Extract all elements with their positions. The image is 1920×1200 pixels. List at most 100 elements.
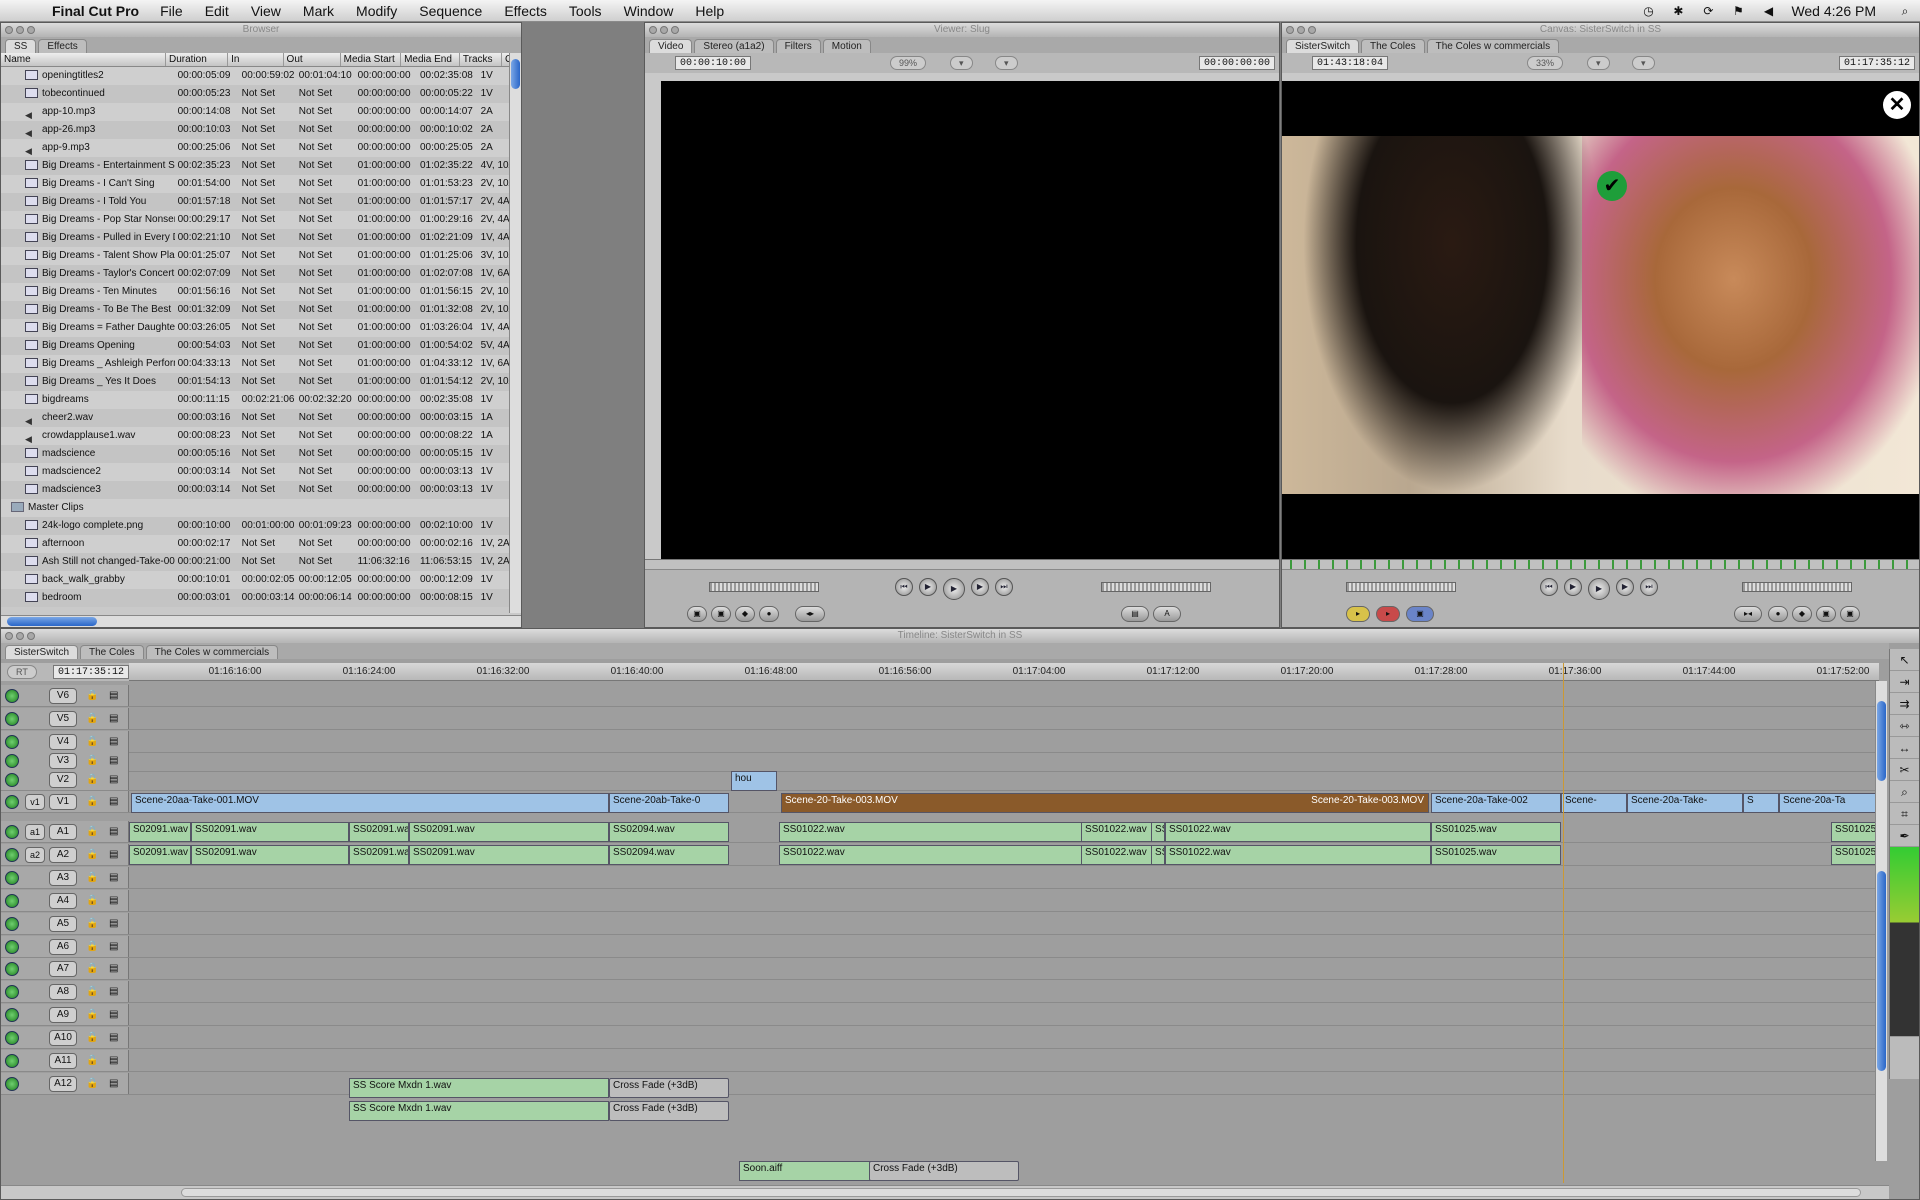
- track-name[interactable]: V4: [49, 734, 77, 750]
- browser-row[interactable]: Master Clips: [1, 499, 521, 517]
- canvas-tab[interactable]: The Coles: [1361, 39, 1425, 53]
- browser-row[interactable]: Big Dreams - Talent Show Plan 00:01:25:07…: [1, 247, 521, 265]
- viewer-add-marker-button[interactable]: ●: [759, 606, 779, 622]
- menu-mark[interactable]: Mark: [292, 3, 345, 19]
- canvas-overwrite-button[interactable]: ▸: [1376, 606, 1400, 622]
- track-name[interactable]: A4: [49, 892, 77, 909]
- track-name[interactable]: A7: [49, 961, 77, 978]
- canvas-play-around-button[interactable]: ▶: [1616, 578, 1634, 596]
- time-machine-icon[interactable]: ◷: [1639, 3, 1657, 19]
- canvas-replace-button[interactable]: ▣: [1406, 606, 1434, 622]
- menu-tools[interactable]: Tools: [558, 3, 613, 19]
- clip-audio[interactable]: SS01025.wa: [1831, 822, 1879, 842]
- canvas-tab[interactable]: The Coles w commercials: [1426, 39, 1560, 53]
- auto-select-icon[interactable]: ▤: [109, 1078, 118, 1089]
- clip-audio[interactable]: SS02091.wav: [409, 845, 609, 865]
- timeline-playhead[interactable]: [1563, 663, 1564, 1183]
- track-name[interactable]: A1: [49, 824, 77, 840]
- auto-select-icon[interactable]: ▤: [109, 1009, 118, 1020]
- track-visibility-toggle[interactable]: [5, 1031, 19, 1046]
- track-visibility-toggle[interactable]: [5, 985, 19, 1000]
- viewer-zoom-select[interactable]: 99%: [890, 56, 927, 70]
- canvas-add-keyframe-button[interactable]: ◆: [1792, 606, 1812, 622]
- timeline-tab[interactable]: SisterSwitch: [5, 645, 79, 659]
- browser-scrollbar[interactable]: [509, 53, 521, 613]
- viewer-play-in-out-button[interactable]: ▶: [919, 578, 937, 596]
- app-menu[interactable]: Final Cut Pro: [52, 3, 139, 19]
- clip-audio[interactable]: SS02094.wav: [609, 822, 729, 842]
- auto-select-icon[interactable]: ▤: [109, 963, 118, 974]
- timeline-tab[interactable]: The Coles w commercials: [145, 645, 279, 659]
- viewer-prev-edit-button[interactable]: ⏮: [895, 578, 913, 596]
- browser-row[interactable]: ◀ app-10.mp3 00:00:14:08 Not Set Not Set 00:0…: [1, 103, 521, 121]
- browser-row[interactable]: tobecontinued 00:00:05:23 Not Set Not Set 00…: [1, 85, 521, 103]
- auto-select-icon[interactable]: ▤: [109, 690, 118, 701]
- viewer-shuttle-control[interactable]: [709, 582, 819, 592]
- canvas-jog-control[interactable]: [1742, 582, 1852, 592]
- browser-row[interactable]: ◀ app-26.mp3 00:00:10:03 Not Set Not Set 00:0…: [1, 121, 521, 139]
- roll-tool-icon[interactable]: ⇿: [1890, 715, 1919, 737]
- browser-row[interactable]: Big Dreams _ Ashleigh Performs 00:04:33:1…: [1, 355, 521, 373]
- menubar-clock[interactable]: Wed 4:26 PM: [1791, 3, 1876, 19]
- column-header-out[interactable]: Out: [284, 53, 341, 66]
- sync-icon[interactable]: ⟳: [1699, 3, 1717, 19]
- browser-row[interactable]: madscience3 00:00:03:14 Not Set Not Set 00:0…: [1, 481, 521, 499]
- source-patch[interactable]: a1: [25, 824, 45, 840]
- track-visibility-toggle[interactable]: [5, 939, 19, 954]
- lock-icon[interactable]: 🔒: [86, 872, 98, 883]
- column-header-media-start[interactable]: Media Start: [341, 53, 402, 66]
- bluetooth-icon[interactable]: ✱: [1669, 3, 1687, 19]
- clip-audio[interactable]: SS01025.wa: [1831, 845, 1879, 865]
- track-visibility-toggle[interactable]: [5, 712, 19, 726]
- browser-row[interactable]: Big Dreams - I Told You 00:01:57:18 Not Se…: [1, 193, 521, 211]
- track-name[interactable]: A9: [49, 1007, 77, 1024]
- canvas-next-edit-button[interactable]: ⏭: [1640, 578, 1658, 596]
- clip-audio[interactable]: SS01025.wav: [1431, 845, 1561, 865]
- browser-row[interactable]: bedroom 00:00:03:01 00:00:03:14 00:00:06:14…: [1, 589, 521, 607]
- track-name[interactable]: V1: [49, 794, 77, 810]
- track-visibility-toggle[interactable]: [5, 962, 19, 977]
- canvas-insert-button[interactable]: ▸: [1346, 606, 1370, 622]
- clip-v1[interactable]: Scene-20a-Take-: [1627, 793, 1743, 813]
- auto-select-icon[interactable]: ▤: [109, 713, 118, 724]
- column-header-tracks[interactable]: Tracks: [460, 53, 503, 66]
- track-visibility-toggle[interactable]: [5, 735, 19, 749]
- track-name[interactable]: A5: [49, 915, 77, 932]
- auto-select-icon[interactable]: ▤: [109, 895, 118, 906]
- lock-icon[interactable]: 🔒: [86, 941, 98, 952]
- clip-audio[interactable]: SS01022.wav: [1165, 845, 1431, 865]
- canvas-video-area[interactable]: ✔ ✕: [1282, 81, 1919, 559]
- viewer-video-area[interactable]: [661, 81, 1279, 559]
- crossfade-transition[interactable]: Cross Fade (+3dB): [869, 1161, 1019, 1181]
- viewer-tab[interactable]: Stereo (a1a2): [694, 39, 774, 53]
- browser-row[interactable]: ◀ crowdapplause1.wav 00:00:08:23 Not Set Not…: [1, 427, 521, 445]
- canvas-match-frame-button[interactable]: ▣: [1840, 606, 1860, 622]
- lock-icon[interactable]: 🔒: [86, 713, 98, 724]
- crossfade-transition[interactable]: Cross Fade (+3dB): [609, 1078, 729, 1098]
- browser-row[interactable]: Big Dreams - I Can't Sing 00:01:54:00 Not …: [1, 175, 521, 193]
- clip-audio[interactable]: SS01025.wav: [1431, 822, 1561, 842]
- browser-row[interactable]: afternoon 00:00:02:17 Not Set Not Set 00:00:…: [1, 535, 521, 553]
- menu-window[interactable]: Window: [613, 3, 685, 19]
- auto-select-icon[interactable]: ▤: [109, 986, 118, 997]
- track-name[interactable]: A6: [49, 938, 77, 955]
- track-visibility-toggle[interactable]: [5, 689, 19, 703]
- canvas-mark-in-out-button[interactable]: ▸◂: [1734, 606, 1762, 622]
- rt-menu-button[interactable]: RT: [7, 665, 37, 679]
- auto-select-icon[interactable]: ▤: [109, 918, 118, 929]
- clip-audio[interactable]: SS02091.wav: [191, 845, 349, 865]
- track-name[interactable]: A3: [49, 869, 77, 886]
- clip-v2[interactable]: hou: [731, 771, 777, 791]
- lock-icon[interactable]: 🔒: [86, 690, 98, 701]
- browser-row[interactable]: 24k-logo complete.png 00:00:10:00 00:01:00…: [1, 517, 521, 535]
- track-visibility-toggle[interactable]: [5, 847, 19, 862]
- viewer-play-around-button[interactable]: ▶: [971, 578, 989, 596]
- selection-tool-icon[interactable]: ↖: [1890, 649, 1919, 671]
- track-select-tool-icon[interactable]: ⇉: [1890, 693, 1919, 715]
- viewer-overlay-select[interactable]: ▾: [995, 56, 1018, 70]
- viewer-jog-control[interactable]: [1101, 582, 1211, 592]
- clip-audio[interactable]: SS: [1151, 822, 1165, 842]
- track-name[interactable]: V3: [49, 753, 77, 769]
- timeline-hscrollbar[interactable]: [1, 1185, 1889, 1199]
- viewer-current-timecode[interactable]: 00:00:00:00: [1198, 56, 1275, 70]
